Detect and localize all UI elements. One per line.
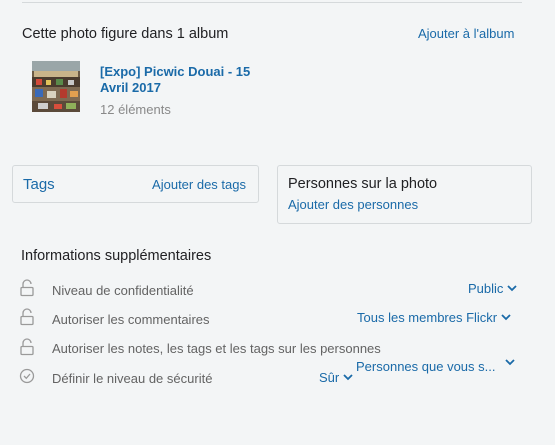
safety-level-label: Définir le niveau de sécurité	[52, 371, 213, 386]
album-title-link[interactable]: [Expo] Picwic Douai - 15 Avril 2017	[100, 64, 270, 96]
safety-level-dropdown[interactable]: Sûr	[319, 370, 353, 385]
add-tags-link[interactable]: Ajouter des tags	[152, 177, 246, 192]
album-item-count: 12 éléments	[100, 102, 171, 117]
notes-tags-permission-dropdown[interactable]: Personnes que vous s...	[356, 359, 516, 374]
privacy-level-value: Public	[468, 281, 504, 296]
comments-permission-label: Autoriser les commentaires	[52, 312, 210, 327]
chevron-down-icon	[507, 285, 518, 292]
chevron-down-icon	[501, 314, 511, 321]
album-section-heading: Cette photo figure dans 1 album	[22, 26, 229, 42]
album-thumbnail[interactable]	[32, 61, 80, 112]
people-panel: Personnes sur la photo Ajouter des perso…	[277, 165, 532, 224]
comments-permission-value: Tous les membres Flickr	[357, 310, 498, 325]
tags-title: Tags	[23, 176, 55, 193]
tags-panel: Tags Ajouter des tags	[12, 165, 259, 203]
chevron-down-icon	[505, 359, 516, 366]
additional-info-heading: Informations supplémentaires	[21, 248, 212, 264]
comments-permission-dropdown[interactable]: Tous les membres Flickr	[357, 310, 511, 325]
open-lock-icon	[20, 279, 34, 297]
privacy-level-dropdown[interactable]: Public	[468, 281, 518, 296]
top-divider	[22, 2, 522, 3]
chevron-down-icon	[343, 374, 353, 381]
add-people-link[interactable]: Ajouter des personnes	[288, 197, 418, 212]
people-title: Personnes sur la photo	[288, 176, 438, 192]
privacy-level-label: Niveau de confidentialité	[52, 283, 194, 298]
check-circle-icon	[19, 368, 35, 384]
notes-tags-permission-label: Autoriser les notes, les tags et les tag…	[52, 341, 381, 356]
open-lock-icon	[20, 338, 34, 356]
album-thumbnail-image	[32, 61, 80, 112]
notes-tags-permission-value: Personnes que vous s...	[356, 359, 496, 374]
safety-level-value: Sûr	[319, 370, 340, 385]
add-to-album-link[interactable]: Ajouter à l'album	[418, 26, 514, 41]
open-lock-icon	[20, 308, 34, 326]
